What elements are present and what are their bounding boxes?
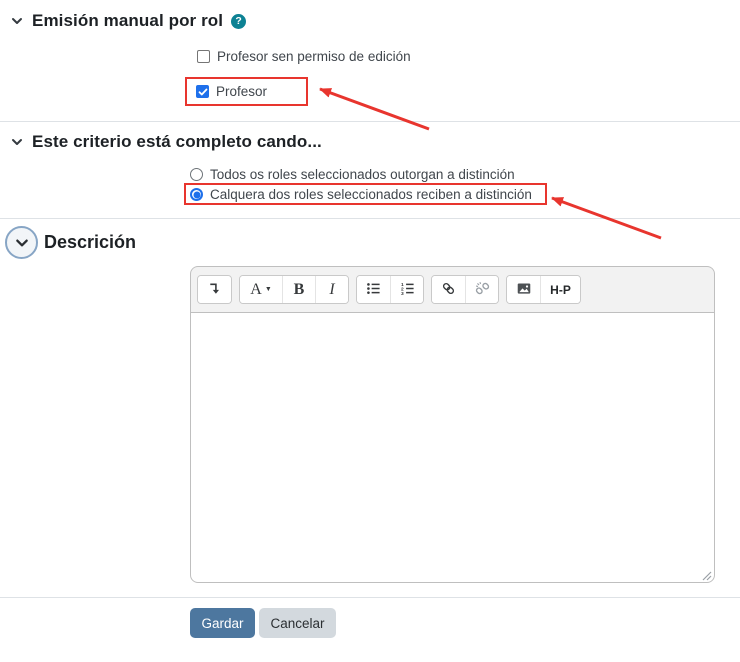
bold-button[interactable]: B: [282, 276, 315, 303]
chevron-down-icon: [10, 135, 24, 149]
badge-criteria-form: Emisión manual por rol ? Profesor sen pe…: [0, 0, 740, 662]
section-manual-issue-header[interactable]: Emisión manual por rol ?: [10, 11, 247, 31]
insert-image-button[interactable]: [507, 276, 540, 303]
unordered-list-button[interactable]: [357, 276, 390, 303]
collapse-toggle-circle[interactable]: [5, 226, 38, 259]
checkbox-label: Profesor: [216, 84, 268, 99]
toolbar-group-lists: 123: [356, 275, 424, 304]
footer-divider: [0, 597, 740, 598]
radio-label: Todos os roles seleccionados outorgan a …: [210, 167, 515, 182]
link-button[interactable]: [432, 276, 465, 303]
toolbar-group-collapse: [197, 275, 232, 304]
description-editor: A ▼ B I 123 H-P: [190, 266, 715, 583]
section-title: Este criterio está completo cando...: [32, 132, 322, 151]
numbered-list-icon: 123: [400, 281, 415, 299]
toolbar-group-links: [431, 275, 499, 304]
section-divider: [0, 218, 740, 219]
picture-icon: [516, 281, 532, 299]
font-styles-icon: A: [250, 280, 262, 298]
radio-selected[interactable]: [190, 188, 203, 201]
paragraph-styles-button[interactable]: A ▼: [240, 276, 282, 303]
radio-row-todos: Todos os roles seleccionados outorgan a …: [190, 167, 515, 182]
radio-row-calquera: Calquera dos roles seleccionados reciben…: [190, 187, 532, 202]
section-description-header: Descrición: [5, 226, 136, 259]
checkbox-unchecked[interactable]: [197, 50, 210, 63]
checkbox-row-profesor-sen-permiso: Profesor sen permiso de edición: [197, 49, 411, 64]
section-title: Descrición: [44, 232, 137, 252]
broken-chain-link-icon: [475, 281, 490, 299]
h5p-button[interactable]: H-P: [540, 276, 580, 303]
chevron-down-icon: [10, 14, 24, 28]
italic-icon: I: [329, 280, 335, 298]
editor-content-area[interactable]: [190, 312, 715, 583]
bullet-list-icon: [366, 281, 381, 299]
toolbar-group-media: H-P: [506, 275, 581, 304]
bold-icon: B: [293, 280, 305, 298]
editor-toolbar: A ▼ B I 123 H-P: [190, 266, 715, 312]
help-icon[interactable]: ?: [231, 13, 247, 29]
red-arrow-to-profesor-checkbox: [319, 87, 430, 131]
checkbox-row-profesor: Profesor: [196, 84, 267, 99]
checkbox-label: Profesor sen permiso de edición: [217, 49, 411, 64]
h5p-icon: H-P: [550, 282, 571, 297]
save-button[interactable]: Gardar: [190, 608, 255, 638]
collapse-toolbar-button[interactable]: [198, 276, 231, 303]
section-title: Emisión manual por rol: [32, 11, 224, 30]
radio-unselected[interactable]: [190, 168, 203, 181]
unlink-button[interactable]: [465, 276, 498, 303]
section-divider: [0, 121, 740, 122]
caret-down-icon: ▼: [264, 286, 272, 293]
checkbox-checked[interactable]: [196, 85, 209, 98]
svg-text:3: 3: [400, 291, 403, 296]
italic-button[interactable]: I: [315, 276, 348, 303]
ordered-list-button[interactable]: 123: [390, 276, 423, 303]
resize-handle[interactable]: [700, 568, 712, 581]
section-criteria-complete-header[interactable]: Este criterio está completo cando...: [10, 132, 322, 152]
level-down-arrow-icon: [207, 281, 222, 299]
chain-link-icon: [441, 281, 456, 299]
radio-label: Calquera dos roles seleccionados reciben…: [210, 187, 532, 202]
cancel-button[interactable]: Cancelar: [259, 608, 336, 638]
toolbar-group-format: A ▼ B I: [239, 275, 349, 304]
